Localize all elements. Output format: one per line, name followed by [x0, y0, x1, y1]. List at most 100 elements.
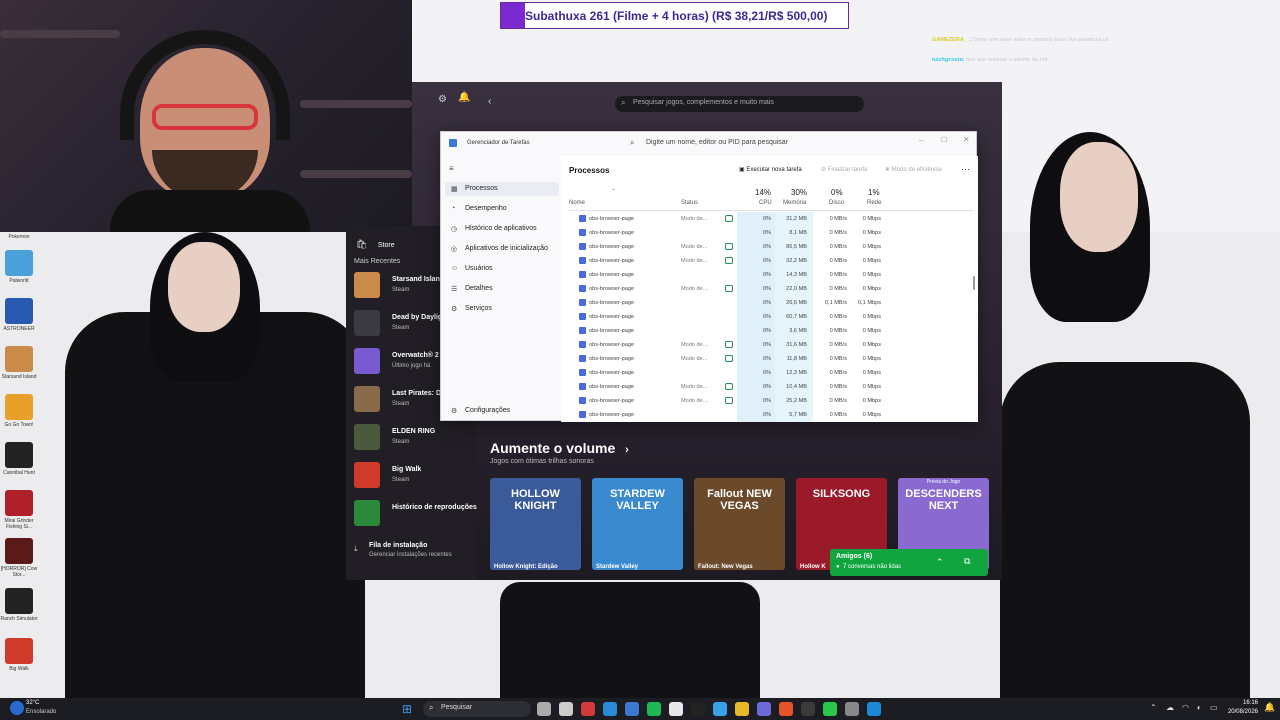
process-memory: 5,7 MB: [789, 412, 807, 418]
taskbar-app-icon[interactable]: [603, 702, 617, 716]
taskbar-app-icon[interactable]: [823, 702, 837, 716]
taskbar-app-icon[interactable]: [537, 702, 551, 716]
game-caption: Hollow K: [800, 564, 826, 570]
desktop-icon-label: Ranch Simulator: [0, 616, 38, 622]
taskbar-app-icon[interactable]: [757, 702, 771, 716]
desktop-shortcut-icon[interactable]: [5, 638, 33, 664]
nav-item-aplicativos-de-inicializa-o[interactable]: ◎ Aplicativos de inicialização: [445, 242, 559, 256]
clock-date[interactable]: 20/08/2026: [1222, 709, 1258, 715]
process-row[interactable]: obs-browser-page 0% 8,1 MB 0 MB/s 0 Mbps: [561, 226, 978, 240]
process-network: 0 Mbps: [862, 356, 881, 362]
process-row[interactable]: obs-browser-page Modo de... 0% 86,5 MB 0 MB/…: [561, 240, 978, 254]
desktop-shortcut-icon[interactable]: [5, 394, 33, 420]
process-icon: [579, 215, 586, 222]
popout-icon[interactable]: ⧉: [964, 556, 970, 567]
taskbar-app-icon[interactable]: [581, 702, 595, 716]
taskbar-app-icon[interactable]: [801, 702, 815, 716]
close-button[interactable]: ✕: [963, 135, 970, 144]
taskbar-app-icon[interactable]: [625, 702, 639, 716]
taskbar-app-icon[interactable]: [713, 702, 727, 716]
install-queue-item[interactable]: ⤓ Fila de instalação Gerenciar instalaçõ…: [354, 542, 474, 572]
scrollbar-thumb[interactable]: [973, 276, 975, 290]
process-row[interactable]: obs-browser-page 0% 60,7 MB 0 MB/s 0 Mbps: [561, 310, 978, 324]
taskbar-app-icon[interactable]: [735, 702, 749, 716]
efficiency-mode-button[interactable]: ❦ Modo de eficiência: [885, 166, 942, 173]
process-cpu: 0%: [762, 272, 771, 278]
process-cpu: 0%: [762, 300, 771, 306]
process-row[interactable]: obs-browser-page Modo de... 0% 11,8 MB 0 MB/…: [561, 352, 978, 366]
taskbar-app-icon[interactable]: [669, 702, 683, 716]
settings-icon[interactable]: ⚙: [438, 94, 447, 105]
col-network-header[interactable]: Rede: [867, 200, 881, 206]
col-name-header[interactable]: Nome: [569, 200, 585, 206]
hamburger-menu-icon[interactable]: ≡: [449, 164, 454, 173]
process-row[interactable]: obs-browser-page Modo de... 0% 22,0 MB 0 MB/…: [561, 282, 978, 296]
process-row[interactable]: obs-browser-page Modo de... 0% 25,2 MB 0 MB/…: [561, 394, 978, 408]
process-row[interactable]: obs-browser-page Modo de... 0% 32,2 MB 0 MB/…: [561, 254, 978, 268]
recent-game-item[interactable]: Big Walk Steam: [352, 460, 476, 492]
end-task-button[interactable]: ⊘ Finalizar tarefa: [821, 166, 867, 173]
col-memory-header[interactable]: Memória: [783, 200, 806, 206]
game-card[interactable]: HOLLOW KNIGHT Hollow Knight: Edição: [490, 478, 581, 570]
desktop-shortcut-icon[interactable]: [5, 588, 33, 614]
game-card[interactable]: STARDEW VALLEY Stardew Valley: [592, 478, 683, 570]
game-thumbnail: [354, 500, 380, 526]
nav-item-desempenho[interactable]: ◔ Desempenho: [445, 202, 559, 216]
taskbar-app-icon[interactable]: [845, 702, 859, 716]
game-card[interactable]: Fallout NEW VEGAS Fallout: New Vegas: [694, 478, 785, 570]
desktop-shortcut-icon[interactable]: [5, 250, 33, 276]
notification-bell-icon[interactable]: 🔔: [1264, 702, 1275, 713]
nav-item-processos[interactable]: ▦ Processos: [445, 182, 559, 196]
maximize-button[interactable]: ☐: [941, 136, 947, 144]
col-cpu-header[interactable]: CPU: [759, 200, 772, 206]
desktop-shortcut-icon[interactable]: [5, 298, 33, 324]
start-icon[interactable]: ⊞: [402, 702, 412, 716]
chevron-right-icon[interactable]: ›: [625, 444, 629, 456]
taskbar-app-icon[interactable]: [691, 702, 705, 716]
process-row[interactable]: obs-browser-page 0% 26,6 MB 0,1 MB/s 0,1 Mbp…: [561, 296, 978, 310]
nav-item-usu-rios[interactable]: ☺ Usuários: [445, 262, 559, 276]
process-search-input[interactable]: ⌕ Digite um nome, editor ou PID para pes…: [624, 136, 818, 151]
minimize-button[interactable]: –: [919, 136, 923, 145]
nav-item-detalhes[interactable]: ☰ Detalhes: [445, 282, 559, 296]
volume-icon[interactable]: ◖: [1196, 703, 1201, 712]
nav-item-settings[interactable]: ⚙ Configurações: [445, 404, 559, 418]
process-row[interactable]: obs-browser-page Modo de... 0% 10,4 MB 0 MB/…: [561, 380, 978, 394]
process-row[interactable]: obs-browser-page 0% 14,3 MB 0 MB/s 0 Mbps: [561, 268, 978, 282]
process-row[interactable]: obs-browser-page 0% 3,6 MB 0 MB/s 0 Mbps: [561, 324, 978, 338]
col-disk-header[interactable]: Disco: [829, 200, 844, 206]
clock-time[interactable]: 16:16: [1228, 700, 1258, 706]
battery-icon[interactable]: ▭: [1210, 703, 1218, 712]
chevron-up-icon[interactable]: ⌃: [936, 557, 944, 568]
run-new-task-button[interactable]: ▣ Executar nova tarefa: [739, 166, 802, 173]
process-row[interactable]: obs-browser-page Modo de... 0% 31,6 MB 0 MB/…: [561, 338, 978, 352]
process-row[interactable]: obs-browser-page Modo de... 0% 31,2 MB 0 MB/…: [561, 212, 978, 226]
process-memory: 11,8 MB: [786, 356, 807, 362]
desktop-shortcut-icon[interactable]: [5, 490, 33, 516]
wifi-icon[interactable]: ◠: [1182, 703, 1189, 712]
desktop-shortcut-icon[interactable]: [5, 346, 33, 372]
taskbar-app-icon[interactable]: [559, 702, 573, 716]
nav-item-servi-os[interactable]: ⚙ Serviços: [445, 302, 559, 316]
col-status-header[interactable]: Status: [681, 200, 698, 206]
recent-game-item[interactable]: ELDEN RING Steam: [352, 422, 476, 454]
friends-panel[interactable]: Amigos (6) ● 7 conversas não lidas ⌃ ⧉: [830, 549, 988, 576]
taskbar-app-icon[interactable]: [779, 702, 793, 716]
weather-icon[interactable]: [10, 701, 24, 715]
xbox-search-input[interactable]: ⌕ Pesquisar jogos, complementos e muito …: [615, 96, 864, 112]
notifications-icon[interactable]: 🔔: [458, 92, 470, 103]
more-options-icon[interactable]: ⋯: [961, 164, 970, 175]
recent-game-item[interactable]: Histórico de reproduções: [352, 498, 477, 530]
desktop-shortcut-icon[interactable]: [5, 442, 33, 468]
taskbar-search[interactable]: ⌕ Pesquisar: [423, 701, 531, 717]
desktop-shortcut-icon[interactable]: [5, 538, 33, 564]
nav-item-hist-rico-de-aplicativos[interactable]: ◷ Histórico de aplicativos: [445, 222, 559, 236]
back-icon[interactable]: ‹: [488, 96, 491, 107]
process-row[interactable]: obs-browser-page 0% 12,3 MB 0 MB/s 0 Mbps: [561, 366, 978, 380]
search-label: Pesquisar: [441, 704, 473, 711]
tray-chevron-icon[interactable]: ⌃: [1150, 703, 1157, 712]
cloud-icon[interactable]: ☁: [1166, 703, 1174, 712]
process-row[interactable]: obs-browser-page 0% 5,7 MB 0 MB/s 0 Mbps: [561, 408, 978, 422]
taskbar-app-icon[interactable]: [647, 702, 661, 716]
taskbar-app-icon[interactable]: [867, 702, 881, 716]
